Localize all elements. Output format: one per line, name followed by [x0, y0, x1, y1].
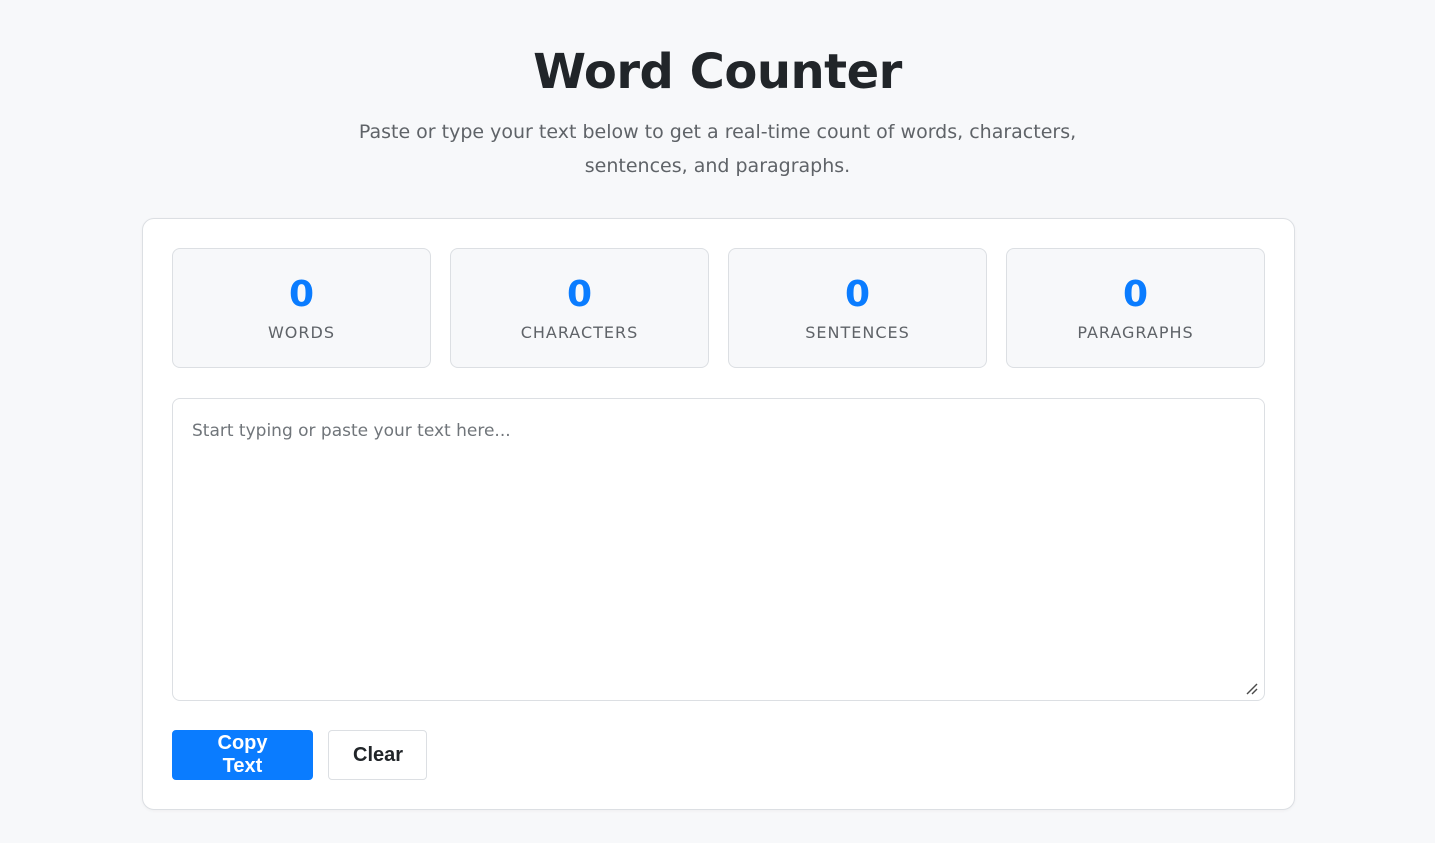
action-buttons: Copy Text Clear — [172, 730, 427, 780]
stats-row: 0 WORDS 0 CHARACTERS 0 SENTENCES 0 PARAG… — [172, 248, 1265, 368]
sentences-stat: 0 SENTENCES — [728, 248, 987, 368]
characters-count: 0 — [566, 274, 593, 315]
words-label: WORDS — [267, 323, 335, 342]
resize-grip-icon[interactable] — [1244, 681, 1258, 695]
characters-stat: 0 CHARACTERS — [450, 248, 709, 368]
paragraphs-label: PARAGRAPHS — [1077, 323, 1194, 342]
words-stat: 0 WORDS — [172, 248, 431, 368]
characters-label: CHARACTERS — [520, 323, 639, 342]
paragraphs-stat: 0 PARAGRAPHS — [1006, 248, 1265, 368]
text-input-area[interactable] — [172, 398, 1265, 701]
clear-button[interactable]: Clear — [328, 730, 427, 780]
page-subtitle: Paste or type your text below to get a r… — [358, 121, 1077, 177]
counter-card: 0 WORDS 0 CHARACTERS 0 SENTENCES 0 PARAG… — [142, 218, 1295, 810]
word-counter-page: Word Counter Paste or type your text bel… — [0, 0, 1435, 843]
copy-text-button[interactable]: Copy Text — [172, 730, 313, 780]
sentences-count: 0 — [844, 274, 871, 315]
sentences-label: SENTENCES — [805, 323, 910, 342]
page-title: Word Counter — [533, 44, 902, 100]
words-count: 0 — [288, 274, 315, 315]
paragraphs-count: 0 — [1122, 274, 1149, 315]
